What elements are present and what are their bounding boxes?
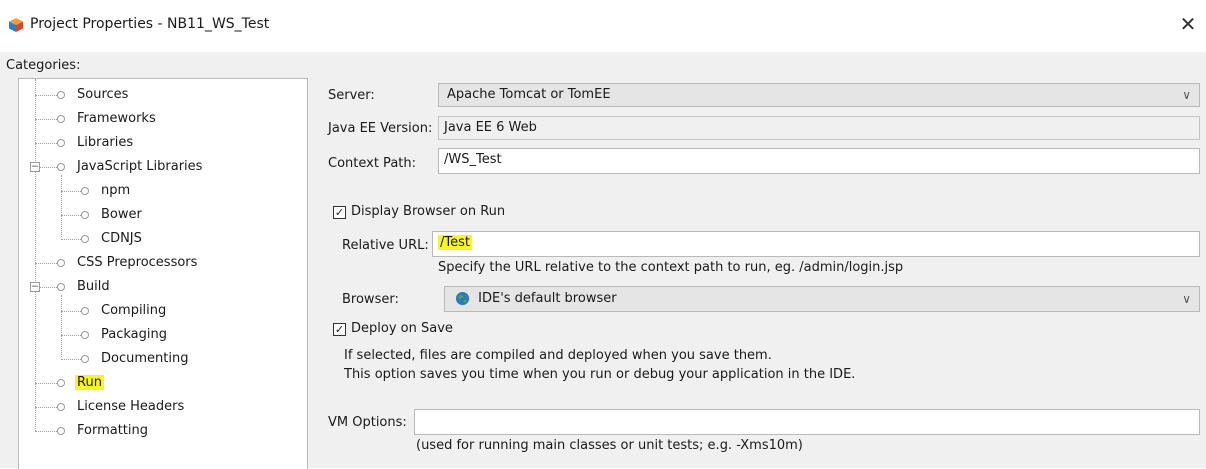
- server-combobox[interactable]: Apache Tomcat or TomEE ∨: [438, 83, 1200, 107]
- javaee-version-label: Java EE Version:: [328, 121, 433, 136]
- node-bullet-icon: [57, 426, 65, 435]
- vm-options-label: VM Options:: [328, 415, 407, 430]
- node-bullet-icon: [57, 402, 65, 411]
- node-bullet-icon: [57, 162, 65, 171]
- globe-icon: [455, 291, 470, 306]
- tree-item-bower[interactable]: Bower: [61, 205, 144, 225]
- node-bullet-icon: [81, 354, 89, 363]
- server-label: Server:: [328, 88, 375, 103]
- node-bullet-icon: [57, 258, 65, 267]
- tree-item-frameworks[interactable]: Frameworks: [35, 109, 158, 129]
- tree-item-license-headers[interactable]: License Headers: [35, 397, 186, 417]
- tree-item-build[interactable]: − Build: [30, 277, 112, 297]
- javaee-version-field: Java EE 6 Web: [438, 116, 1200, 140]
- tree-item-compiling[interactable]: Compiling: [61, 301, 168, 321]
- relative-url-label: Relative URL:: [342, 238, 429, 253]
- browser-value: IDE's default browser: [478, 291, 617, 306]
- tree-item-run[interactable]: Run: [35, 373, 104, 393]
- netbeans-cube-icon: [9, 18, 23, 32]
- node-bullet-icon: [81, 234, 89, 243]
- node-bullet-icon: [57, 378, 65, 387]
- collapse-icon[interactable]: −: [30, 162, 40, 172]
- node-bullet-icon: [81, 210, 89, 219]
- relative-url-help: Specify the URL relative to the context …: [438, 260, 904, 275]
- tree-item-documenting[interactable]: Documenting: [61, 349, 190, 369]
- server-value: Apache Tomcat or TomEE: [447, 87, 611, 102]
- chevron-down-icon: ∨: [1182, 292, 1191, 306]
- context-path-input[interactable]: /WS_Test: [438, 148, 1200, 174]
- vm-options-help: (used for running main classes or unit t…: [416, 438, 803, 453]
- title-bar: Project Properties - NB11_WS_Test ✕: [0, 0, 1206, 52]
- categories-tree[interactable]: Sources Frameworks Libraries − JavaScrip…: [18, 78, 308, 469]
- node-bullet-icon: [57, 114, 65, 123]
- node-bullet-icon: [57, 138, 65, 147]
- node-bullet-icon: [81, 330, 89, 339]
- categories-label: Categories:: [6, 58, 81, 73]
- collapse-icon[interactable]: −: [30, 282, 40, 292]
- chevron-down-icon: ∨: [1182, 88, 1191, 102]
- close-icon[interactable]: ✕: [1176, 12, 1200, 36]
- deploy-on-save-checkbox[interactable]: ✓: [333, 323, 346, 336]
- relative-url-input[interactable]: /Test: [432, 231, 1200, 257]
- display-browser-checkbox[interactable]: ✓: [333, 206, 346, 219]
- tree-item-javascript-libraries[interactable]: − JavaScript Libraries: [30, 157, 204, 177]
- node-bullet-icon: [57, 282, 65, 291]
- vm-options-input[interactable]: [414, 409, 1200, 435]
- node-bullet-icon: [57, 90, 65, 99]
- display-browser-label[interactable]: Display Browser on Run: [351, 204, 505, 219]
- tree-item-npm[interactable]: npm: [61, 181, 132, 201]
- tree-item-packaging[interactable]: Packaging: [61, 325, 169, 345]
- context-path-label: Context Path:: [328, 156, 416, 171]
- deploy-help-line-1: If selected, files are compiled and depl…: [344, 348, 772, 363]
- deploy-help-line-2: This option saves you time when you run …: [344, 367, 856, 382]
- window-title: Project Properties - NB11_WS_Test: [30, 16, 270, 32]
- node-bullet-icon: [81, 186, 89, 195]
- tree-item-libraries[interactable]: Libraries: [35, 133, 135, 153]
- tree-item-cdnjs[interactable]: CDNJS: [61, 229, 144, 249]
- browser-label: Browser:: [342, 292, 399, 307]
- relative-url-value: /Test: [438, 235, 472, 250]
- deploy-on-save-label[interactable]: Deploy on Save: [351, 321, 453, 336]
- tree-item-formatting[interactable]: Formatting: [35, 421, 150, 441]
- browser-combobox[interactable]: IDE's default browser ∨: [444, 286, 1200, 312]
- tree-item-css-preprocessors[interactable]: CSS Preprocessors: [35, 253, 199, 273]
- tree-item-sources[interactable]: Sources: [35, 85, 130, 105]
- node-bullet-icon: [81, 306, 89, 315]
